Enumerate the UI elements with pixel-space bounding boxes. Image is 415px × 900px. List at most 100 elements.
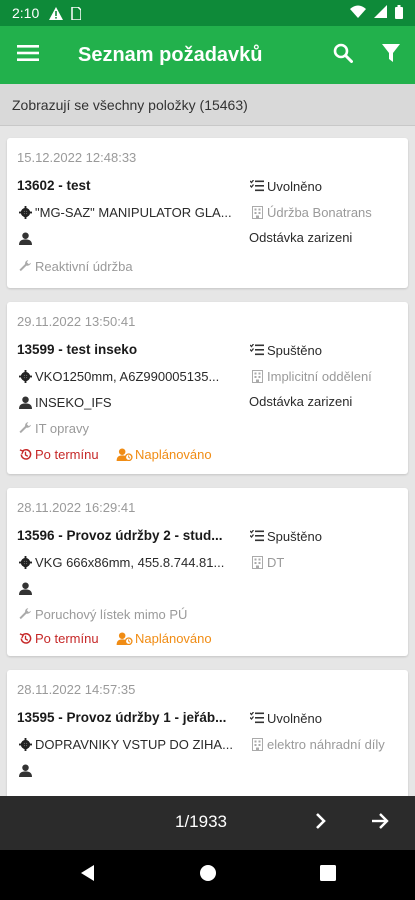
signal-icon (374, 5, 387, 21)
request-list: 15.12.2022 12:48:33 13602 - test "MG-SAZ… (0, 126, 415, 796)
equipment-text: "MG-SAZ" MANIPULATOR GLA... (35, 204, 232, 220)
app-bar: Seznam požadavků (0, 26, 415, 84)
department-text: Implicitní oddělení (267, 368, 372, 384)
person-row: INSEKO_IFS (17, 394, 245, 410)
request-date: 29.11.2022 13:50:41 (17, 314, 136, 329)
home-circle-icon (199, 864, 217, 887)
department-row: Implicitní oddělení (249, 368, 404, 384)
person-icon (17, 394, 33, 410)
building-icon (249, 736, 265, 752)
equipment-row: DOPRAVNIKY VSTUP DO ZIHA... (17, 736, 245, 752)
home-button[interactable] (196, 863, 220, 887)
department-text: elektro náhradní díly (267, 736, 385, 752)
wrench-icon (17, 258, 33, 274)
overdue-badge: Po termínu (17, 446, 99, 462)
equipment-row: "MG-SAZ" MANIPULATOR GLA... (17, 204, 245, 220)
building-icon (249, 204, 265, 220)
reason-row: Odstávka zarizeni (249, 230, 404, 245)
state-row: Spuštěno (249, 342, 404, 358)
equipment-text: VKG 666x86mm, 455.8.744.81... (35, 554, 225, 570)
user-clock-icon (115, 630, 133, 646)
person-row (17, 762, 245, 778)
equipment-row: VKG 666x86mm, 455.8.744.81... (17, 554, 245, 570)
request-card[interactable]: 29.11.2022 13:50:41 13599 - test inseko … (7, 302, 408, 474)
person-row (17, 230, 245, 246)
type-row: Reaktivní údržba (17, 258, 245, 274)
state-text: Uvolněno (267, 178, 322, 194)
checklist-icon (249, 710, 265, 726)
reason-text: Odstávka zarizeni (249, 230, 353, 245)
person-text: INSEKO_IFS (35, 394, 112, 410)
reason-row: Odstávka zarizeni (249, 394, 404, 409)
overdue-text: Po termínu (35, 446, 99, 462)
checklist-icon (249, 528, 265, 544)
gear-icon (17, 368, 33, 384)
planned-badge: Naplánováno (115, 630, 212, 646)
request-title-text: 13596 - Provoz údržby 2 - stud... (17, 528, 223, 543)
gear-icon (17, 554, 33, 570)
request-title-text: 13599 - test inseko (17, 342, 138, 357)
request-date: 28.11.2022 14:57:35 (17, 682, 136, 697)
chevron-right-icon (315, 812, 327, 835)
state-row: Spuštěno (249, 528, 404, 544)
page-title: Seznam požadavků (78, 43, 263, 66)
request-title: 13602 - test (17, 178, 245, 193)
wrench-icon (17, 420, 33, 436)
warning-icon (49, 6, 64, 20)
status-bar: 2:10 (0, 0, 415, 26)
person-icon (17, 580, 33, 596)
filter-icon (381, 43, 401, 68)
state-text: Spuštěno (267, 528, 322, 544)
state-text: Uvolněno (267, 710, 322, 726)
gear-icon (17, 736, 33, 752)
arrow-right-icon (371, 812, 389, 835)
overdue-text: Po termínu (35, 630, 99, 646)
person-icon (17, 762, 33, 778)
equipment-text: VKO1250mm, A6Z990005135... (35, 368, 220, 384)
back-triangle-icon (80, 864, 96, 887)
history-icon (17, 446, 33, 462)
sim-card-icon (71, 6, 82, 20)
info-bar: Zobrazují se všechny položky (15463) (0, 84, 415, 126)
request-title-text: 13595 - Provoz údržby 1 - jeřáb... (17, 710, 227, 725)
last-page-button[interactable] (365, 808, 395, 838)
type-text: IT opravy (35, 420, 89, 436)
history-icon (17, 630, 33, 646)
request-card[interactable]: 28.11.2022 16:29:41 13596 - Provoz údržb… (7, 488, 408, 656)
menu-button[interactable] (0, 26, 56, 84)
department-row: Údržba Bonatrans (249, 204, 404, 220)
recents-square-icon (320, 864, 336, 886)
request-card[interactable]: 28.11.2022 14:57:35 13595 - Provoz údržb… (7, 670, 408, 796)
checklist-icon (249, 178, 265, 194)
request-date: 15.12.2022 12:48:33 (17, 150, 137, 165)
type-row: Poruchový lístek mimo PÚ (17, 606, 245, 622)
state-row: Uvolněno (249, 178, 404, 194)
request-date: 28.11.2022 16:29:41 (17, 500, 136, 515)
recents-button[interactable] (316, 863, 340, 887)
type-text: Poruchový lístek mimo PÚ (35, 606, 188, 622)
department-text: Údržba Bonatrans (267, 204, 372, 220)
planned-badge: Naplánováno (115, 446, 212, 462)
request-title: 13595 - Provoz údržby 1 - jeřáb... (17, 710, 245, 725)
wrench-icon (17, 606, 33, 622)
planned-text: Naplánováno (135, 446, 212, 462)
info-text: Zobrazují se všechny položky (15463) (12, 96, 248, 113)
equipment-row: VKO1250mm, A6Z990005135... (17, 368, 245, 384)
building-icon (249, 554, 265, 570)
search-button[interactable] (319, 26, 367, 84)
reason-text: Odstávka zarizeni (249, 394, 353, 409)
filter-button[interactable] (367, 26, 415, 84)
request-title: 13596 - Provoz údržby 2 - stud... (17, 528, 245, 543)
hamburger-icon (17, 44, 39, 66)
person-icon (17, 230, 33, 246)
back-button[interactable] (76, 863, 100, 887)
page-indicator: 1/1933 (175, 812, 227, 831)
gear-icon (17, 204, 33, 220)
pagination-bar: 1/1933 (0, 796, 415, 850)
user-clock-icon (115, 446, 133, 462)
department-row: elektro náhradní díly (249, 736, 404, 752)
request-card[interactable]: 15.12.2022 12:48:33 13602 - test "MG-SAZ… (7, 138, 408, 288)
next-page-button[interactable] (306, 808, 336, 838)
state-text: Spuštěno (267, 342, 322, 358)
status-time: 2:10 (12, 5, 40, 21)
